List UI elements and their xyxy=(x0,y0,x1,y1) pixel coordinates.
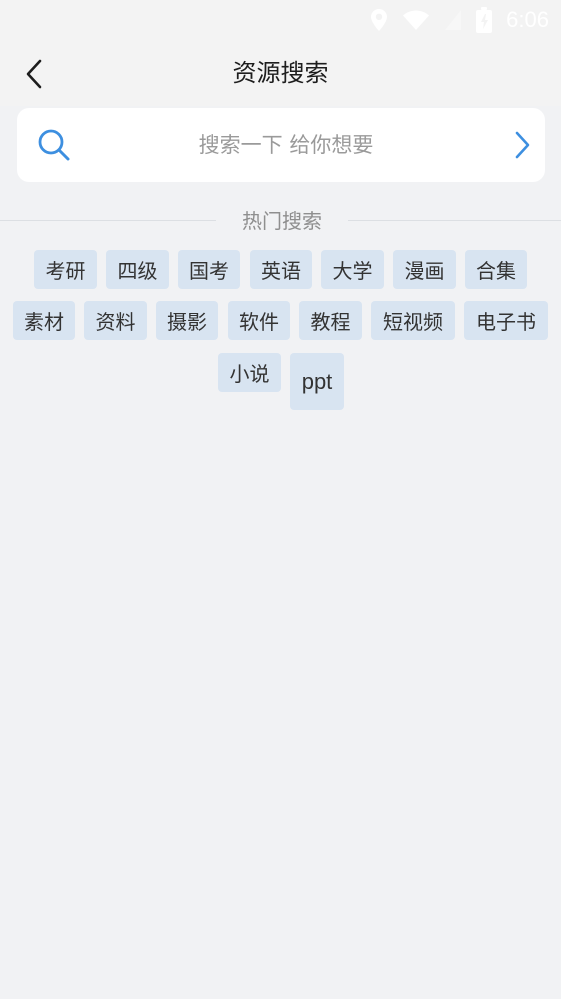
hot-tag[interactable]: 资料 xyxy=(84,301,147,340)
hot-tag[interactable]: 教程 xyxy=(299,301,362,340)
hot-tag[interactable]: 四级 xyxy=(106,250,169,289)
hot-tag[interactable]: 大学 xyxy=(321,250,384,289)
hot-tag[interactable]: 英语 xyxy=(250,250,312,289)
hot-tag[interactable]: 素材 xyxy=(13,301,75,340)
hot-tag[interactable]: 考研 xyxy=(34,250,97,289)
hot-tag[interactable]: 国考 xyxy=(178,250,240,289)
hot-tag[interactable]: 电子书 xyxy=(464,301,548,340)
hot-search-tags: 考研 四级 国考 英语 大学 漫画 合集 素材 资料 摄影 软件 教程 短视频 … xyxy=(0,0,561,999)
hot-tag[interactable]: ppt xyxy=(290,353,344,410)
hot-tag[interactable]: 软件 xyxy=(228,301,290,340)
hot-tag[interactable]: 短视频 xyxy=(371,301,455,340)
hot-tag[interactable]: 漫画 xyxy=(393,250,456,289)
hot-tag[interactable]: 小说 xyxy=(218,353,281,392)
hot-tag[interactable]: 合集 xyxy=(465,250,527,289)
hot-tag[interactable]: 摄影 xyxy=(156,301,218,340)
